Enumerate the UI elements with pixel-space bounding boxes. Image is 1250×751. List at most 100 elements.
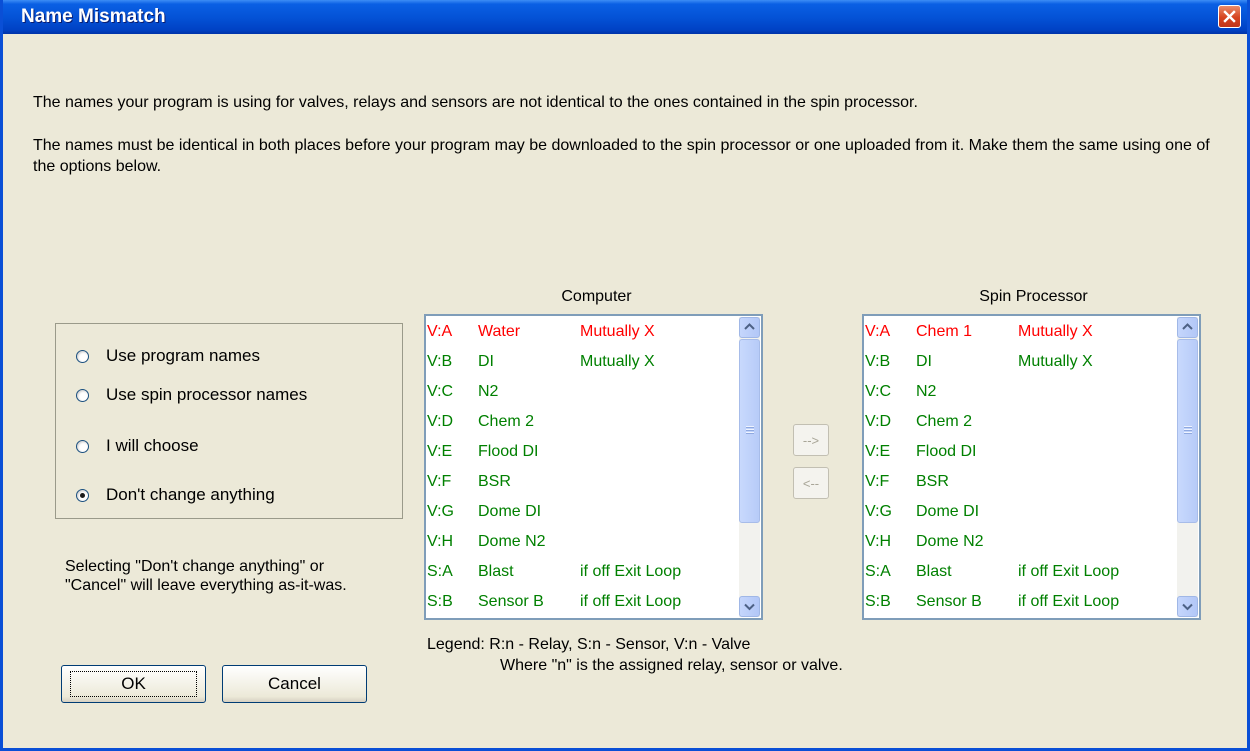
copy-to-computer-button[interactable]: <-- <box>793 467 829 499</box>
option-0[interactable]: Use program names <box>76 346 260 366</box>
option-2[interactable]: I will choose <box>76 436 199 456</box>
scroll-thumb[interactable] <box>1177 339 1198 523</box>
list-item[interactable]: V:C N2 <box>865 377 1170 407</box>
list-item-code: S:A <box>427 563 453 580</box>
list-item-code: V:F <box>865 473 890 490</box>
list-item-code: S:A <box>865 563 891 580</box>
option-label: I will choose <box>106 436 199 455</box>
list-item-code: V:F <box>427 473 452 490</box>
list-item-code: V:B <box>865 353 891 370</box>
mismatch-message: The names your program is using for valv… <box>33 94 918 111</box>
chevron-down-icon <box>744 603 755 611</box>
scroll-down-button[interactable] <box>739 596 760 617</box>
list-item-name: Water <box>478 323 521 340</box>
computer-list-scrollbar[interactable] <box>739 317 760 617</box>
list-item-code: S:B <box>865 593 891 610</box>
legend-note: Where "n" is the assigned relay, sensor … <box>500 657 843 674</box>
radio-button[interactable] <box>76 388 89 402</box>
cancel-button[interactable]: Cancel <box>222 665 367 703</box>
list-item-code: V:G <box>865 503 892 520</box>
list-item-extra: if off Exit Loop <box>1018 593 1120 610</box>
list-item[interactable]: V:F BSR <box>427 467 732 497</box>
list-item-name: Blast <box>916 563 952 580</box>
list-item-name: N2 <box>478 383 499 400</box>
list-item-code: V:H <box>427 533 454 550</box>
list-item[interactable]: V:B DI Mutually X <box>427 347 732 377</box>
list-item-name: Dome DI <box>916 503 980 520</box>
list-item-code: V:B <box>427 353 453 370</box>
list-item[interactable]: V:B DI Mutually X <box>865 347 1170 377</box>
scroll-thumb[interactable] <box>739 339 760 523</box>
list-item-name: Chem 2 <box>478 413 535 430</box>
list-item[interactable]: S:A Blast if off Exit Loop <box>865 557 1170 587</box>
list-item-name: Dome DI <box>478 503 542 520</box>
list-item-name: Sensor B <box>478 593 544 610</box>
option-label: Use spin processor names <box>106 385 308 404</box>
scroll-up-button[interactable] <box>1177 317 1198 338</box>
list-item[interactable]: V:G Dome DI <box>427 497 732 527</box>
list-item-code: V:A <box>427 323 453 340</box>
list-item-code: V:G <box>427 503 454 520</box>
radio-button[interactable] <box>76 349 89 363</box>
radio-button[interactable] <box>76 439 89 453</box>
legend-text: Legend: R:n - Relay, S:n - Sensor, V:n -… <box>427 636 751 653</box>
list-item[interactable]: V:E Flood DI <box>427 437 732 467</box>
list-item[interactable]: V:A Chem 1 Mutually X <box>865 317 1170 347</box>
list-item-extra: if off Exit Loop <box>580 563 682 580</box>
list-item-extra: if off Exit Loop <box>580 593 682 610</box>
list-item-extra: if off Exit Loop <box>1018 563 1120 580</box>
list-item-code: V:E <box>427 443 453 460</box>
list-item-code: V:H <box>865 533 892 550</box>
chevron-up-icon <box>744 323 755 330</box>
list-item-extra: Mutually X <box>580 323 655 340</box>
computer-list-title: Computer <box>561 288 632 305</box>
cancel-note: Selecting "Don't change anything" or "Ca… <box>65 558 347 594</box>
instruction-message: The names must be identical in both plac… <box>33 137 1210 175</box>
list-item-code: V:C <box>865 383 892 400</box>
list-item[interactable]: V:C N2 <box>427 377 732 407</box>
radio-button[interactable] <box>76 488 89 502</box>
list-item[interactable]: V:H Dome N2 <box>427 527 732 557</box>
list-item-name: Dome N2 <box>916 533 984 550</box>
spin-list-scrollbar[interactable] <box>1177 317 1198 617</box>
option-label: Don't change anything <box>106 485 275 504</box>
list-item-name: Chem 2 <box>916 413 973 430</box>
list-item-name: BSR <box>916 473 949 490</box>
list-item-code: S:B <box>427 593 453 610</box>
copy-to-spin-button[interactable]: --> <box>793 424 829 456</box>
list-item-code: V:A <box>865 323 891 340</box>
chevron-up-icon <box>1182 323 1193 330</box>
list-item[interactable]: V:E Flood DI <box>865 437 1170 467</box>
name-mismatch-dialog: Name Mismatch The names your program is … <box>0 0 1250 751</box>
list-item[interactable]: V:H Dome N2 <box>865 527 1170 557</box>
option-1[interactable]: Use spin processor names <box>76 385 307 405</box>
list-item[interactable]: S:B Sensor B if off Exit Loop <box>865 587 1170 617</box>
list-item[interactable]: V:A Water Mutually X <box>427 317 732 347</box>
scroll-up-button[interactable] <box>739 317 760 338</box>
list-item-name: Dome N2 <box>478 533 546 550</box>
list-item[interactable]: S:A Blast if off Exit Loop <box>427 557 732 587</box>
chevron-down-icon <box>1182 603 1193 611</box>
list-item-code: V:E <box>865 443 891 460</box>
list-item-name: N2 <box>916 383 937 400</box>
list-item-name: BSR <box>478 473 511 490</box>
computer-names-list[interactable]: S:B Sensor B if off Exit Loop S:A Blast if of… <box>424 314 763 620</box>
list-item[interactable]: V:F BSR <box>865 467 1170 497</box>
list-item[interactable]: V:D Chem 2 <box>865 407 1170 437</box>
spin-processor-names-list[interactable]: S:B Sensor B if off Exit Loop S:A Blast if of… <box>862 314 1201 620</box>
list-item-name: Flood DI <box>916 443 977 460</box>
close-icon <box>1223 10 1236 23</box>
list-item-code: V:C <box>427 383 454 400</box>
list-item[interactable]: V:G Dome DI <box>865 497 1170 527</box>
close-button[interactable] <box>1218 5 1241 28</box>
ok-button[interactable]: OK <box>61 665 206 703</box>
list-item-extra: Mutually X <box>1018 353 1093 370</box>
list-item-name: Chem 1 <box>916 323 973 340</box>
list-item[interactable]: S:B Sensor B if off Exit Loop <box>427 587 732 617</box>
title-bar[interactable]: Name Mismatch <box>3 0 1247 34</box>
window-title: Name Mismatch <box>21 6 166 27</box>
list-item-name: DI <box>916 353 932 370</box>
scroll-down-button[interactable] <box>1177 596 1198 617</box>
list-item[interactable]: V:D Chem 2 <box>427 407 732 437</box>
option-3[interactable]: Don't change anything <box>76 485 275 505</box>
